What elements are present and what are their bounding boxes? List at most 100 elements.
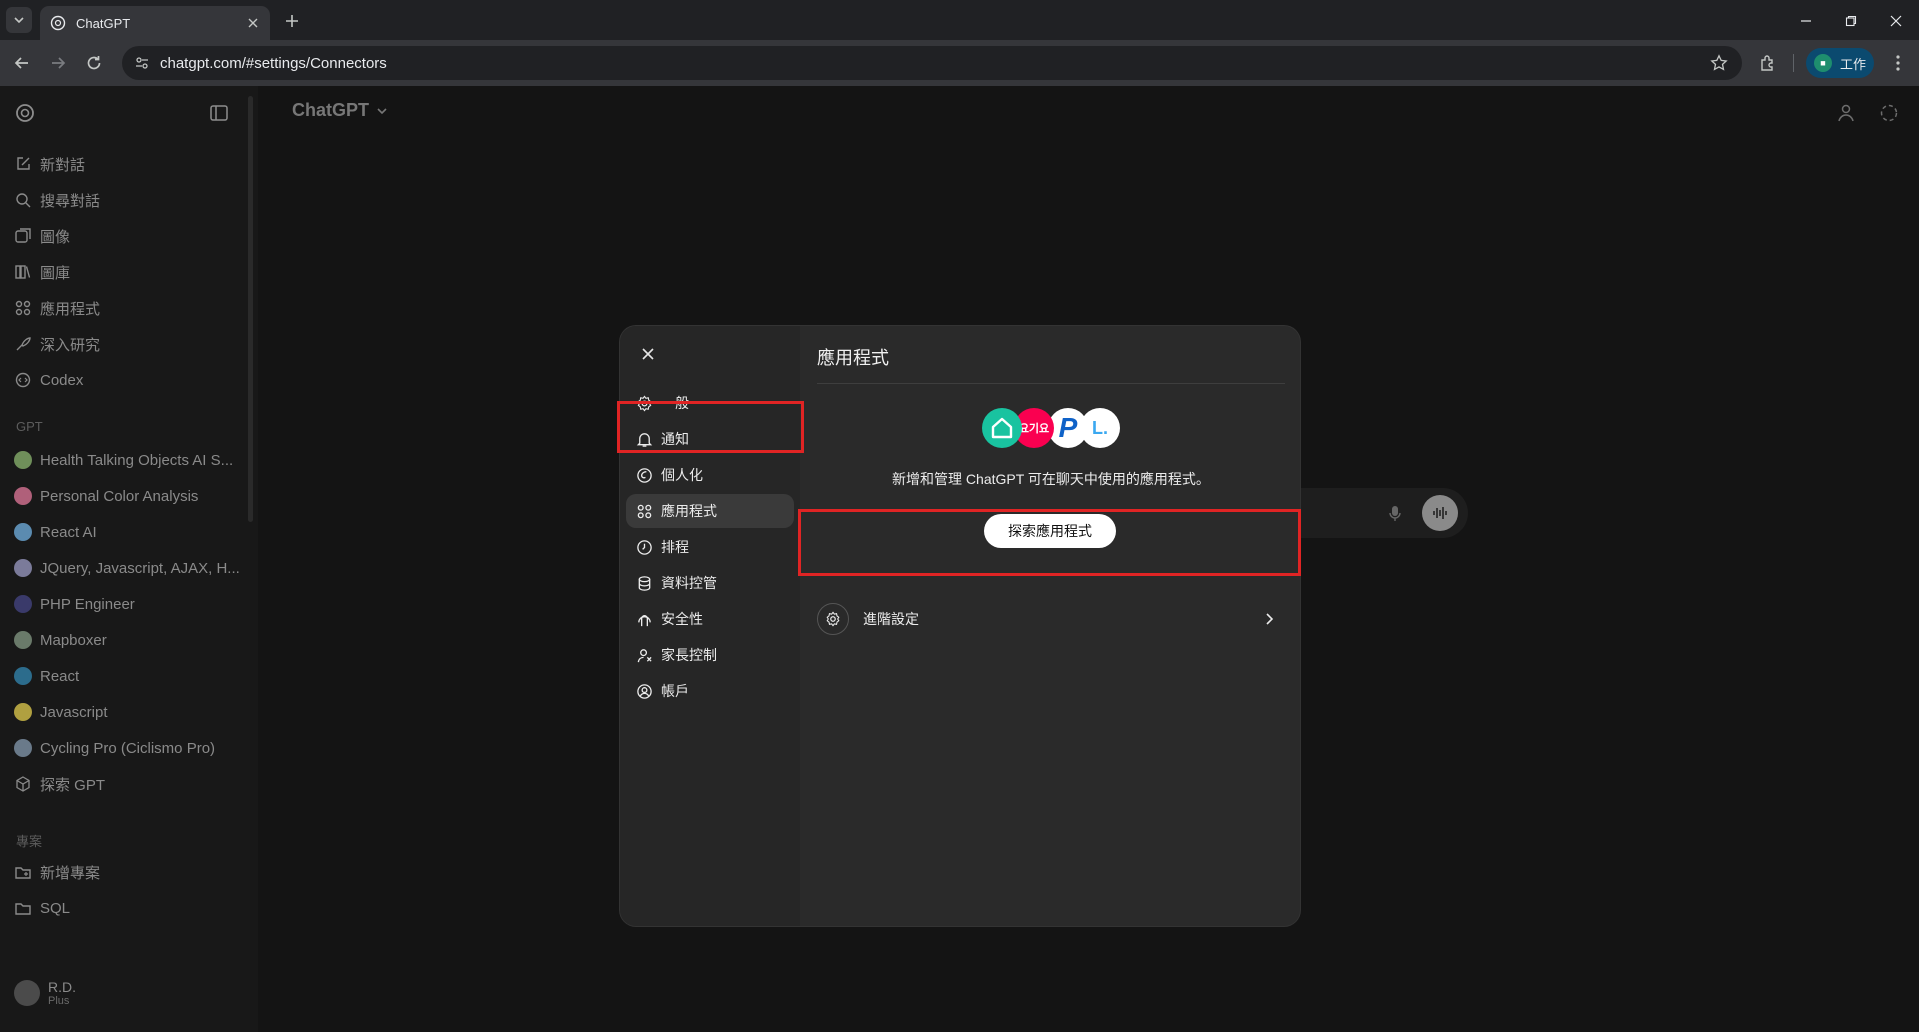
sidebar-item-apps[interactable]: 應用程式: [14, 295, 100, 321]
advanced-settings-label: 進階設定: [863, 611, 919, 627]
folder-icon: [15, 903, 31, 915]
sidebar-item-label: 圖庫: [40, 264, 71, 282]
gpt-avatar: [14, 703, 32, 721]
browser-tab[interactable]: ChatGPT: [40, 6, 270, 40]
browser-menu-icon[interactable]: [1888, 53, 1908, 73]
sidebar-gpt-item[interactable]: PHP Engineer: [14, 591, 135, 617]
temporary-chat-icon[interactable]: [1878, 102, 1900, 124]
minimize-button[interactable]: [1795, 10, 1817, 32]
window-close-button[interactable]: [1885, 10, 1907, 32]
codex-icon: [15, 372, 31, 388]
sidebar-item-label: React AI: [40, 523, 97, 541]
chevron-down-icon: [377, 107, 387, 114]
sidebar-gpt-item[interactable]: Javascript: [14, 699, 108, 725]
chatgpt-favicon-icon: [50, 15, 66, 31]
profile-button[interactable]: ■ 工作: [1806, 48, 1874, 78]
profile-avatar-icon: ■: [1814, 54, 1832, 72]
sidebar-item-images[interactable]: 圖像: [14, 223, 70, 249]
account-icon: [637, 683, 652, 699]
sidebar-item-explore-gpts[interactable]: 探索 GPT: [14, 771, 105, 797]
settings-tab-parental-controls[interactable]: 家長控制: [626, 638, 794, 672]
microphone-icon[interactable]: [1386, 504, 1404, 522]
gpt-avatar: [14, 559, 32, 577]
voice-mode-button[interactable]: [1422, 495, 1458, 531]
sidebar-item-label: Mapboxer: [40, 631, 107, 649]
close-icon: [248, 18, 258, 28]
sidebar-gpt-item[interactable]: Cycling Pro (Ciclismo Pro): [14, 735, 215, 761]
gpt-avatar: [14, 739, 32, 757]
sidebar-gpt-item[interactable]: Health Talking Objects AI S...: [14, 447, 233, 473]
back-arrow-icon[interactable]: [12, 53, 32, 73]
sidebar-gpt-item[interactable]: Personal Color Analysis: [14, 483, 198, 509]
sidebar-section-projects: 專案: [16, 834, 43, 849]
gear-icon: [826, 611, 840, 627]
sidebar-scrollbar[interactable]: [248, 96, 253, 522]
app-logos: 요기요 P L.: [982, 408, 1122, 452]
settings-tab-account[interactable]: 帳戶: [626, 674, 794, 708]
sidebar-gpt-item[interactable]: Mapboxer: [14, 627, 107, 653]
avatar: [14, 980, 40, 1006]
gpt-avatar: [14, 451, 32, 469]
advanced-settings-row[interactable]: 進階設定: [817, 596, 1285, 642]
sidebar-item-library[interactable]: 圖庫: [14, 259, 70, 285]
share-person-icon[interactable]: [1836, 102, 1858, 124]
highlight-box-apps-tab: [617, 401, 804, 453]
paypal-app-logo: P: [1048, 408, 1088, 448]
tab-title: ChatGPT: [76, 15, 131, 31]
sidebar-item-new-chat[interactable]: 新對話: [14, 151, 85, 177]
settings-content: 應用程式 요기요 P L. 新增和管理 ChatGPT 可在聊天中使用的應用程式…: [817, 326, 1285, 926]
settings-tab-schedules[interactable]: 排程: [626, 530, 794, 564]
site-settings-icon[interactable]: [134, 55, 150, 71]
tab-search-button[interactable]: [6, 7, 32, 33]
sidebar-item-deep-research[interactable]: 深入研究: [14, 331, 100, 357]
advanced-settings-icon-wrap: [817, 603, 849, 635]
bookmark-star-icon[interactable]: [1710, 54, 1728, 72]
sidebar-item-project-sql[interactable]: SQL: [14, 895, 70, 921]
sidebar-item-label: 應用程式: [40, 300, 101, 318]
settings-tab-security[interactable]: 安全性: [626, 602, 794, 636]
sidebar-toggle-icon[interactable]: [208, 102, 230, 124]
reload-icon[interactable]: [84, 53, 104, 73]
settings-tab-label: 帳戶: [661, 683, 689, 699]
new-folder-icon: [15, 867, 31, 879]
sidebar-user[interactable]: R.D. Plus: [14, 979, 76, 1007]
sidebar-item-label: 圖像: [40, 228, 71, 246]
address-bar[interactable]: chatgpt.com/#settings/Connectors: [122, 46, 1742, 80]
sidebar-item-new-project[interactable]: 新增專案: [14, 859, 100, 885]
minimize-icon: [1801, 20, 1811, 22]
new-tab-plus-icon[interactable]: [282, 11, 302, 31]
close-icon[interactable]: [638, 344, 658, 364]
house-app-logo: [982, 408, 1022, 448]
profile-label: 工作: [1840, 56, 1867, 72]
sidebar-gpt-item[interactable]: React: [14, 663, 79, 689]
security-icon: [638, 614, 651, 626]
sidebar-gpt-item[interactable]: JQuery, Javascript, AJAX, H...: [14, 555, 240, 581]
sidebar-item-label: React: [40, 667, 80, 685]
user-plan: Plus: [48, 995, 70, 1007]
new-chat-icon: [17, 157, 30, 170]
highlight-box-advanced-settings: [798, 509, 1301, 576]
chevron-right-icon: [1266, 613, 1274, 625]
settings-tab-data-controls[interactable]: 資料控管: [626, 566, 794, 600]
forward-arrow-icon[interactable]: [48, 53, 68, 73]
sidebar-item-search-chats[interactable]: 搜尋對話: [14, 187, 100, 213]
clock-icon: [637, 539, 652, 555]
tab-close-button[interactable]: [244, 14, 262, 32]
sidebar-gpt-item[interactable]: React AI: [14, 519, 97, 545]
extensions-puzzle-icon[interactable]: [1758, 53, 1778, 73]
model-selector[interactable]: ChatGPT: [292, 100, 389, 121]
sidebar-item-label: PHP Engineer: [40, 595, 135, 613]
restore-button[interactable]: [1840, 10, 1862, 32]
settings-tab-personalization[interactable]: 個人化: [626, 458, 794, 492]
apps-icon: [15, 300, 31, 316]
openai-logo-icon[interactable]: [14, 102, 36, 124]
sidebar-item-label: Codex: [40, 371, 84, 389]
settings-tab-apps[interactable]: 應用程式: [626, 494, 794, 528]
sidebar-item-label: 探索 GPT: [40, 776, 106, 794]
cube-icon: [16, 776, 30, 792]
sidebar-item-label: Cycling Pro (Ciclismo Pro): [40, 739, 216, 757]
sidebar-section-gpt: GPT: [16, 419, 43, 434]
sidebar-item-codex[interactable]: Codex: [14, 367, 83, 393]
sidebar: 新對話 搜尋對話 圖像 圖庫 應用程式 深入研究 Codex GPT Healt…: [0, 86, 258, 1032]
image-icon: [15, 228, 31, 243]
